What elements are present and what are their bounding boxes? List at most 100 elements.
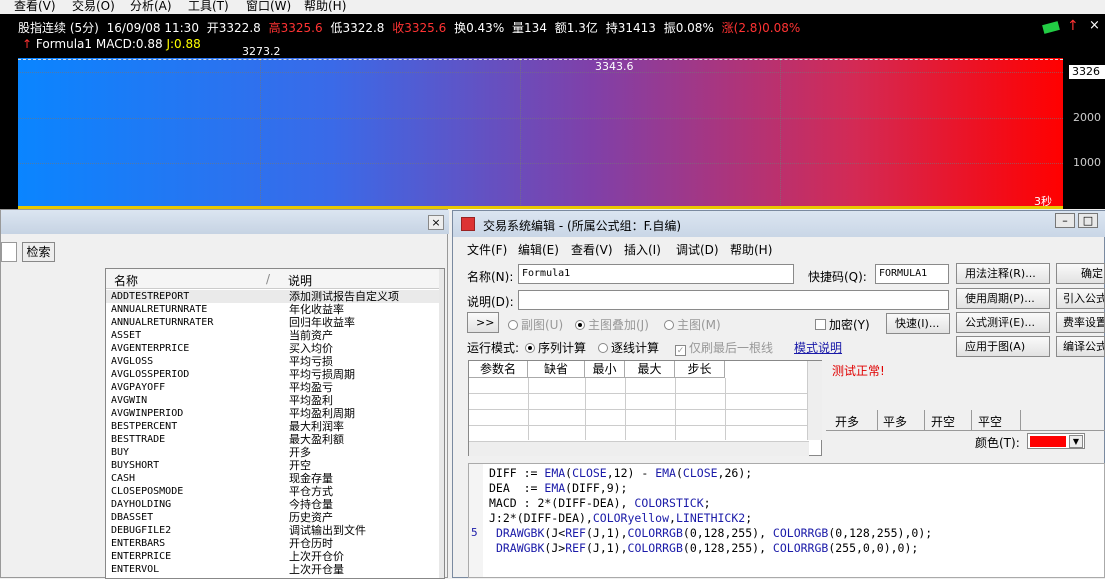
- name-input[interactable]: Formula1: [518, 264, 794, 284]
- function-name: AVGLOSS: [111, 356, 154, 367]
- list-item[interactable]: ENTERVOL 上次开仓量: [106, 563, 444, 576]
- function-name: DBASSET: [111, 512, 154, 523]
- function-desc: 平仓方式: [289, 485, 333, 498]
- layer-option-mainchart[interactable]: 主图(M): [664, 316, 721, 333]
- list-item[interactable]: AVGENTERPRICE 买入均价: [106, 342, 444, 355]
- layer-option-overlay[interactable]: 主图叠加(J): [575, 316, 649, 333]
- j-value: J:0.88: [166, 37, 201, 51]
- tab-sell-long[interactable]: 平多: [883, 413, 907, 430]
- color-picker[interactable]: ▼: [1027, 433, 1085, 449]
- period-button[interactable]: 使用周期(P)...: [956, 288, 1050, 309]
- list-item[interactable]: ANNUALRETURNRATER 回归年收益率: [106, 316, 444, 329]
- list-item[interactable]: AVGWINPERIOD 平均盈利周期: [106, 407, 444, 420]
- menu-trade[interactable]: 交易(O): [72, 0, 115, 14]
- last-bar-checkbox[interactable]: ✓ 仅刷最后一根线: [675, 339, 773, 356]
- menu-window[interactable]: 窗口(W): [246, 0, 291, 14]
- expand-button[interactable]: >>: [467, 312, 499, 333]
- connection-icon[interactable]: [1042, 21, 1060, 34]
- main-menubar: 查看(V) 交易(O) 分析(A) 工具(T) 窗口(W) 帮助(H): [0, 0, 1105, 14]
- list-item[interactable]: BESTPERCENT 最大利润率: [106, 420, 444, 433]
- evaluate-button[interactable]: 公式测评(E)...: [956, 312, 1050, 333]
- quote-change: 涨(2.8)0.08%: [721, 21, 801, 35]
- editor-title-bar: 交易系统编辑 - (所属公式组：F.自编) – □: [453, 211, 1105, 237]
- fee-settings-button[interactable]: 费率设置: [1056, 312, 1105, 333]
- list-item[interactable]: AVGPAYOFF 平均盈亏: [106, 381, 444, 394]
- function-name: AVGPAYOFF: [111, 382, 166, 393]
- ed-menu-debug[interactable]: 调试(D): [676, 241, 719, 258]
- tab-buy-long[interactable]: 开多: [835, 413, 859, 430]
- desc-input[interactable]: [518, 290, 949, 310]
- list-item[interactable]: CASH 现金存量: [106, 472, 444, 485]
- minimize-icon[interactable]: –: [1055, 213, 1075, 228]
- maximize-icon[interactable]: □: [1078, 213, 1098, 228]
- list-item[interactable]: BESTTRADE 最大盈利额: [106, 433, 444, 446]
- ok-button[interactable]: 确定: [1056, 263, 1105, 284]
- fast-button[interactable]: 快速(I)...: [886, 313, 950, 334]
- apply-to-chart-button[interactable]: 应用于图(A): [956, 336, 1050, 357]
- column-name[interactable]: 名称: [114, 272, 138, 289]
- list-item[interactable]: ANNUALRETURNRATE 年化收益率: [106, 303, 444, 316]
- search-button[interactable]: 检索: [22, 242, 55, 262]
- list-item[interactable]: BUYSHORT 开空: [106, 459, 444, 472]
- chevron-down-icon[interactable]: ▼: [1069, 435, 1083, 448]
- list-item[interactable]: AVGWIN 平均盈利: [106, 394, 444, 407]
- menu-analysis[interactable]: 分析(A): [130, 0, 172, 14]
- run-mode-series[interactable]: 序列计算: [525, 339, 586, 356]
- function-list[interactable]: 名称 / 说明 ADDTESTREPORT 添加测试报告自定义项 ANNUALRET…: [105, 268, 445, 579]
- up-arrow-icon: ↑: [22, 37, 33, 51]
- list-item[interactable]: CLOSEPOSMODE 平仓方式: [106, 485, 444, 498]
- function-desc: 上次开仓量: [289, 563, 344, 576]
- tab-sell-short[interactable]: 平空: [978, 413, 1002, 430]
- list-item[interactable]: ASSET 当前资产: [106, 329, 444, 342]
- param-col-default: 缺省: [528, 361, 585, 378]
- tab-buy-short[interactable]: 开空: [931, 413, 955, 430]
- function-name: ENTERVOL: [111, 564, 160, 575]
- encrypt-checkbox[interactable]: 加密(Y): [815, 316, 870, 333]
- param-hscrollbar[interactable]: [469, 441, 809, 456]
- menu-view[interactable]: 查看(V): [14, 0, 56, 14]
- column-desc[interactable]: 说明: [288, 272, 312, 289]
- param-vscrollbar[interactable]: [807, 361, 822, 440]
- list-item[interactable]: AVGLOSSPERIOD 平均亏损周期: [106, 368, 444, 381]
- list-item[interactable]: DEBUGFILE2 调试输出到文件: [106, 524, 444, 537]
- code-editor[interactable]: 5 DIFF := EMA(CLOSE,12) - EMA(CLOSE,26);…: [468, 463, 1105, 578]
- list-item[interactable]: ENTERBARS 开仓历时: [106, 537, 444, 550]
- list-item[interactable]: AVGLOSS 平均亏损: [106, 355, 444, 368]
- usage-notes-button[interactable]: 用法注释(R)...: [956, 263, 1050, 284]
- run-mode-bar[interactable]: 逐线计算: [598, 339, 659, 356]
- parameter-table[interactable]: 参数名 缺省 最小 最大 步长: [468, 360, 822, 456]
- search-input[interactable]: [1, 242, 17, 262]
- shortcut-input[interactable]: FORMULA1: [875, 264, 949, 284]
- ed-menu-view[interactable]: 查看(V): [571, 241, 613, 258]
- compile-formula-button[interactable]: 编译公式: [1056, 336, 1105, 357]
- list-item[interactable]: ENTERPRICE 上次开仓价: [106, 550, 444, 563]
- chart-quote-header: 股指连续 (5分) 16/09/08 11:30 开3322.8 高3325.6…: [18, 19, 804, 36]
- list-item[interactable]: BUY 开多: [106, 446, 444, 459]
- list-item[interactable]: ADDTESTREPORT 添加测试报告自定义项: [106, 290, 444, 303]
- list-item[interactable]: DBASSET 历史资产: [106, 511, 444, 524]
- ed-menu-edit[interactable]: 编辑(E): [518, 241, 559, 258]
- quote-open: 开3322.8: [206, 21, 261, 35]
- function-name: ENTERPRICE: [111, 551, 172, 562]
- layer-option-subchart[interactable]: 副图(U): [508, 316, 563, 333]
- import-formula-button[interactable]: 引入公式: [1056, 288, 1105, 309]
- close-icon[interactable]: ×: [428, 215, 444, 230]
- function-name: BUYSHORT: [111, 460, 160, 471]
- list-item[interactable]: DAYHOLDING 今持仓量: [106, 498, 444, 511]
- grid-line: [520, 58, 521, 209]
- function-name: ANNUALRETURNRATE: [111, 304, 208, 315]
- quote-amplitude: 振0.08%: [663, 21, 714, 35]
- ed-menu-insert[interactable]: 插入(I): [624, 241, 661, 258]
- function-desc: 开仓历时: [289, 537, 333, 550]
- ed-menu-file[interactable]: 文件(F): [467, 241, 507, 258]
- close-chart-icon[interactable]: ×: [1089, 18, 1100, 33]
- menu-help[interactable]: 帮助(H): [304, 0, 346, 14]
- menu-tools[interactable]: 工具(T): [188, 0, 229, 14]
- mode-help-link[interactable]: 模式说明: [794, 339, 842, 356]
- ed-menu-help[interactable]: 帮助(H): [730, 241, 772, 258]
- function-desc: 添加测试报告自定义项: [289, 290, 399, 303]
- list-scrollbar[interactable]: [439, 269, 444, 578]
- price-chart[interactable]: 股指连续 (5分) 16/09/08 11:30 开3322.8 高3325.6…: [0, 14, 1105, 209]
- close-icon[interactable]: ↑: [1067, 18, 1079, 34]
- function-desc: 当前资产: [289, 329, 333, 342]
